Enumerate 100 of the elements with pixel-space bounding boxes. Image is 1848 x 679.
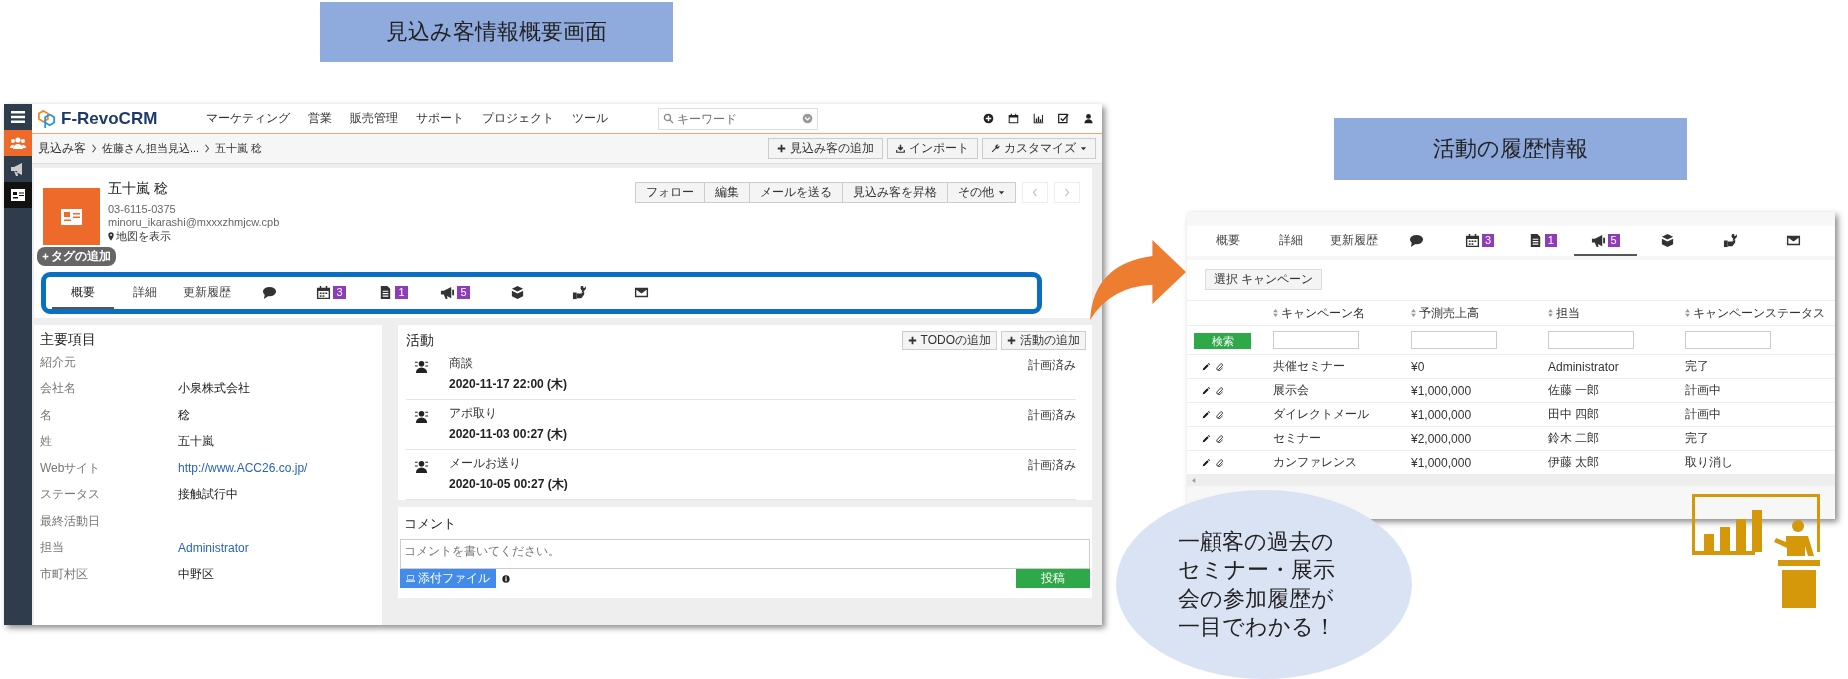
action-button[interactable]: インポート: [887, 138, 978, 159]
add-button[interactable]: 活動の追加: [1001, 331, 1086, 350]
panel-title: 主要項目: [40, 331, 97, 349]
tab[interactable]: 3: [1448, 226, 1511, 256]
plus-icon: [1007, 336, 1016, 345]
field-value: 五十嵐: [178, 433, 215, 451]
activity-subject[interactable]: 商談: [449, 355, 1028, 372]
table-cell-text: 佐藤 一郎: [1548, 382, 1601, 399]
map-link[interactable]: 地図を表示: [116, 229, 171, 244]
pencil-icon[interactable]: [1202, 386, 1210, 395]
dropdown-icon[interactable]: [802, 113, 813, 124]
record-action-button[interactable]: 見込み客を昇格: [842, 182, 948, 203]
add-icon[interactable]: [983, 113, 994, 124]
filter-field[interactable]: [1411, 331, 1497, 350]
comment-field[interactable]: コメントを書いてください。: [400, 539, 1090, 569]
field-label: 市町村区: [40, 565, 89, 583]
pencil-icon[interactable]: [1202, 362, 1210, 371]
tab[interactable]: 詳細: [1259, 226, 1323, 256]
tab[interactable]: 詳細: [114, 277, 176, 309]
pencil-icon[interactable]: [1202, 434, 1210, 443]
record-action-button[interactable]: 編集: [704, 182, 750, 203]
bar-chart-icon[interactable]: [1033, 113, 1044, 124]
select-campaign-button[interactable]: 選択 キャンペーン: [1205, 269, 1323, 290]
record-action-button[interactable]: メールを送る: [749, 182, 843, 203]
table-cell-text: ダイレクトメール: [1273, 406, 1370, 423]
paperclip-icon[interactable]: [1216, 386, 1224, 395]
breadcrumb-link[interactable]: 佐藤さん担当見込...: [102, 141, 200, 156]
action-button[interactable]: 見込み客の追加: [768, 138, 883, 159]
record-action-button[interactable]: フォロー: [635, 182, 705, 203]
paperclip-icon[interactable]: [1216, 434, 1224, 443]
record-name: 五十嵐 稔: [108, 180, 169, 198]
plus-icon: [42, 253, 49, 260]
tab[interactable]: 概要: [52, 277, 114, 309]
activity-datetime: 2020-11-17 22:00 (木): [449, 376, 569, 393]
menu-item[interactable]: プロジェクト: [482, 110, 554, 127]
count-badge: 3: [1482, 233, 1495, 247]
pencil-icon[interactable]: [1202, 458, 1210, 467]
column-header[interactable]: 担当: [1556, 304, 1580, 322]
field-link[interactable]: http://www.ACC26.co.jp/: [178, 461, 382, 476]
calendar-icon[interactable]: [1008, 113, 1019, 124]
sort-icon[interactable]: [1411, 309, 1416, 317]
filter-field[interactable]: [1548, 331, 1634, 350]
record-action-button[interactable]: その他: [947, 182, 1016, 203]
action-button[interactable]: カスタマイズ: [982, 138, 1096, 159]
column-header[interactable]: 予測売上高: [1419, 304, 1479, 322]
menu-item[interactable]: マーケティング: [206, 110, 290, 127]
tab[interactable]: 1: [1511, 226, 1574, 256]
sidebar-item[interactable]: [4, 182, 32, 208]
tab[interactable]: 3: [300, 277, 362, 309]
search-field[interactable]: キーワード: [658, 107, 818, 130]
table-cell-text: カンファレンス: [1273, 454, 1358, 471]
id-card-icon: [43, 188, 100, 245]
paperclip-icon[interactable]: [1216, 410, 1224, 419]
menu-item[interactable]: ツール: [572, 110, 608, 127]
meeting-icon: [414, 359, 429, 374]
calendar-icon: [1465, 232, 1480, 248]
count-badge: 1: [1544, 233, 1557, 247]
activity-subject[interactable]: メールお送り: [449, 455, 1028, 472]
box-icon: [509, 284, 525, 300]
tab[interactable]: 5: [1573, 226, 1637, 256]
tab[interactable]: 更新履歴: [1322, 226, 1386, 256]
column-header[interactable]: キャンペーンステータス: [1693, 304, 1825, 322]
caret-icon: [1080, 145, 1087, 152]
chevron-right-icon: [91, 144, 97, 153]
phone-number: 03-6115-0375: [108, 203, 177, 215]
sort-icon[interactable]: [1548, 309, 1553, 317]
breadcrumb-link[interactable]: 見込み客: [38, 140, 86, 157]
user-icon[interactable]: [1083, 113, 1094, 124]
table-cell-text: 計画中: [1685, 382, 1722, 399]
info-icon: [502, 574, 510, 583]
breadcrumb-link[interactable]: 五十嵐 稔: [215, 141, 263, 156]
count-badge: 5: [457, 285, 470, 299]
bubble-text: 一顧客の過去のセミナー・展示会の参加履歴が一目でわかる！: [1178, 528, 1337, 641]
paperclip-icon[interactable]: [1216, 362, 1224, 371]
paperclip-icon[interactable]: [1216, 458, 1224, 467]
sort-icon[interactable]: [1685, 309, 1690, 317]
field-label: 担当: [40, 539, 65, 557]
filter-field[interactable]: [1685, 331, 1771, 350]
tab[interactable]: 1: [362, 277, 424, 309]
filter-field[interactable]: [1273, 331, 1359, 350]
horizontal-scrollbar[interactable]: [1187, 474, 1835, 486]
field-link[interactable]: Administrator: [178, 540, 382, 555]
pencil-icon[interactable]: [1202, 410, 1210, 419]
checkbox-icon[interactable]: [1058, 113, 1069, 124]
calendar-icon: [316, 284, 332, 300]
menu-item[interactable]: 販売管理: [350, 110, 398, 127]
menu-item[interactable]: サポート: [416, 110, 464, 127]
column-header[interactable]: キャンペーン名: [1281, 304, 1365, 322]
activity-subject[interactable]: アポ取り: [449, 405, 1028, 422]
tab[interactable]: 5: [424, 277, 486, 309]
sort-icon[interactable]: [1273, 309, 1278, 317]
field-label: 紹介元: [40, 353, 77, 371]
tab[interactable]: 概要: [1197, 226, 1260, 256]
add-button[interactable]: TODOの追加: [901, 331, 997, 350]
id-card-icon: [10, 187, 26, 203]
table-cell-text: 伊藤 太郎: [1548, 454, 1601, 471]
add-tag-button[interactable]: タグの追加: [37, 247, 116, 266]
menu-item[interactable]: 営業: [308, 110, 332, 127]
callout-label: 活動の履歴情報: [1334, 118, 1687, 180]
tab[interactable]: 更新履歴: [176, 277, 238, 309]
